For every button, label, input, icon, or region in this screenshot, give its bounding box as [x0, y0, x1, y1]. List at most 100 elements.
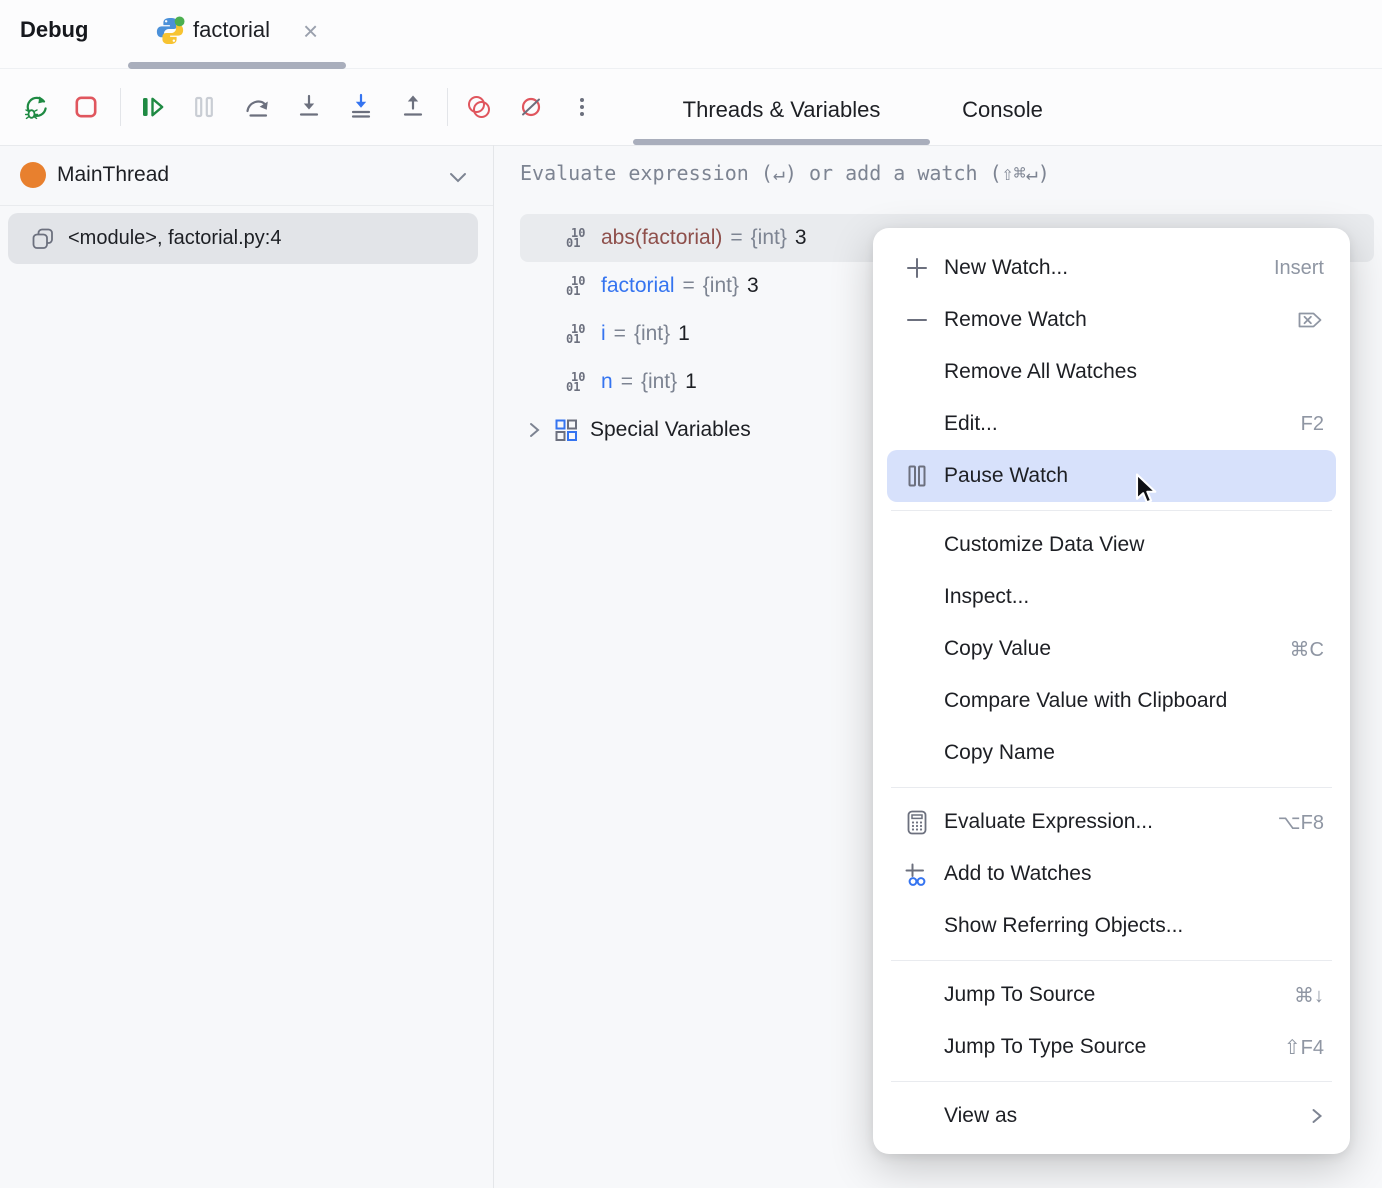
step-over-icon [242, 92, 272, 122]
equals-sign: = [683, 274, 695, 298]
primitive-value-icon: 1001 [566, 228, 593, 248]
stop-button[interactable] [71, 92, 101, 122]
menu-item-remove-watch[interactable]: Remove Watch [873, 294, 1350, 346]
menu-item-shortcut: ⌥F8 [1278, 810, 1324, 835]
watch-expression: abs(factorial) [601, 226, 722, 250]
menu-item-shortcut: ⌘C [1290, 637, 1324, 662]
step-over-button[interactable] [242, 92, 272, 122]
tool-window-title: Debug [20, 17, 88, 43]
plus-icon [903, 254, 931, 282]
add-to-watches-icon [903, 860, 931, 888]
menu-item-shortcut: F2 [1301, 413, 1324, 436]
value-type: {int} [703, 274, 739, 298]
value-type: {int} [641, 370, 677, 394]
menu-item-jump-to-type-source[interactable]: Jump To Type Source ⇧F4 [873, 1021, 1350, 1073]
menu-item-new-watch[interactable]: New Watch... Insert [873, 242, 1350, 294]
resume-icon [137, 92, 167, 122]
view-breakpoints-icon [464, 92, 494, 122]
chevron-down-icon[interactable] [449, 170, 467, 188]
menu-item-remove-all-watches[interactable]: Remove All Watches [873, 346, 1350, 398]
special-variables-label: Special Variables [590, 418, 751, 442]
menu-item-label: Copy Value [944, 637, 1051, 661]
icon-placeholder [903, 687, 931, 715]
menu-item-label: Add to Watches [944, 862, 1091, 886]
pause-button[interactable] [189, 92, 219, 122]
equals-sign: = [614, 322, 626, 346]
menu-item-customize-data-view[interactable]: Customize Data View [873, 519, 1350, 571]
python-icon [154, 15, 186, 47]
pause-icon [189, 92, 219, 122]
icon-placeholder [903, 912, 931, 940]
primitive-value-icon: 1001 [566, 276, 593, 296]
value-type: {int} [634, 322, 670, 346]
step-into-my-code-button[interactable] [346, 92, 376, 122]
stack-frame-row[interactable]: <module>, factorial.py:4 [8, 213, 478, 264]
icon-placeholder [903, 583, 931, 611]
step-into-button[interactable] [294, 92, 324, 122]
primitive-value-icon: 1001 [566, 372, 593, 392]
menu-item-label: Edit... [944, 412, 998, 436]
debug-tab-factorial[interactable]: factorial [193, 17, 270, 43]
variable-name: n [601, 370, 613, 394]
menu-item-pause-watch[interactable]: Pause Watch [887, 450, 1336, 502]
special-variables-icon [553, 417, 579, 443]
toolbar-separator [120, 88, 121, 126]
mouse-cursor [1131, 473, 1161, 511]
variable-name: i [601, 322, 606, 346]
calculator-icon [903, 808, 931, 836]
menu-item-edit[interactable]: Edit... F2 [873, 398, 1350, 450]
chevron-right-icon[interactable] [527, 420, 541, 440]
tab-console[interactable]: Console [930, 82, 1075, 138]
menu-item-inspect[interactable]: Inspect... [873, 571, 1350, 623]
more-options-button[interactable] [567, 92, 597, 122]
menu-item-evaluate-expression[interactable]: Evaluate Expression... ⌥F8 [873, 796, 1350, 848]
mute-breakpoints-button[interactable] [516, 92, 546, 122]
menu-item-copy-value[interactable]: Copy Value ⌘C [873, 623, 1350, 675]
menu-item-show-referring-objects[interactable]: Show Referring Objects... [873, 900, 1350, 952]
stop-icon [71, 92, 101, 122]
icon-placeholder [903, 635, 931, 663]
menu-item-label: Jump To Source [944, 983, 1095, 1007]
menu-item-compare-value-with-clipboard[interactable]: Compare Value with Clipboard [873, 675, 1350, 727]
thread-status-icon [20, 162, 46, 188]
menu-item-shortcut: Insert [1274, 257, 1324, 280]
rerun-debug-icon [21, 92, 51, 122]
rerun-debug-button[interactable] [21, 92, 51, 122]
active-view-tab-indicator [633, 139, 930, 145]
menu-item-view-as[interactable]: View as [873, 1090, 1350, 1142]
menu-item-label: Pause Watch [944, 464, 1068, 488]
stack-frame-icon [30, 226, 56, 252]
stack-frame-label: <module>, factorial.py:4 [68, 227, 281, 250]
menu-separator [891, 510, 1332, 511]
value: 1 [685, 370, 697, 394]
menu-item-label: Compare Value with Clipboard [944, 689, 1227, 713]
close-tab-icon[interactable]: × [303, 13, 318, 49]
pause-watch-icon [903, 462, 931, 490]
tab-threads-variables[interactable]: Threads & Variables [633, 82, 930, 138]
menu-separator [891, 1081, 1332, 1082]
icon-placeholder [903, 1102, 931, 1130]
icon-placeholder [903, 981, 931, 1009]
menu-item-label: View as [944, 1104, 1017, 1128]
resume-button[interactable] [137, 92, 167, 122]
view-breakpoints-button[interactable] [464, 92, 494, 122]
step-out-button[interactable] [398, 92, 428, 122]
menu-item-add-to-watches[interactable]: Add to Watches [873, 848, 1350, 900]
value: 1 [678, 322, 690, 346]
icon-placeholder [903, 410, 931, 438]
menu-item-label: Inspect... [944, 585, 1029, 609]
menu-item-label: New Watch... [944, 256, 1068, 280]
delete-forward-icon [1296, 310, 1324, 330]
menu-item-copy-name[interactable]: Copy Name [873, 727, 1350, 779]
icon-placeholder [903, 358, 931, 386]
menu-item-jump-to-source[interactable]: Jump To Source ⌘↓ [873, 969, 1350, 1021]
menu-item-label: Customize Data View [944, 533, 1144, 557]
toolbar-separator [447, 88, 448, 126]
watch-hint-text[interactable]: Evaluate expression (↵) or add a watch (… [520, 161, 1050, 185]
minus-icon [903, 306, 931, 334]
icon-placeholder [903, 531, 931, 559]
icon-placeholder [903, 1033, 931, 1061]
submenu-chevron-right-icon [1310, 1107, 1324, 1125]
menu-item-label: Jump To Type Source [944, 1035, 1146, 1059]
value-type: {int} [751, 226, 787, 250]
